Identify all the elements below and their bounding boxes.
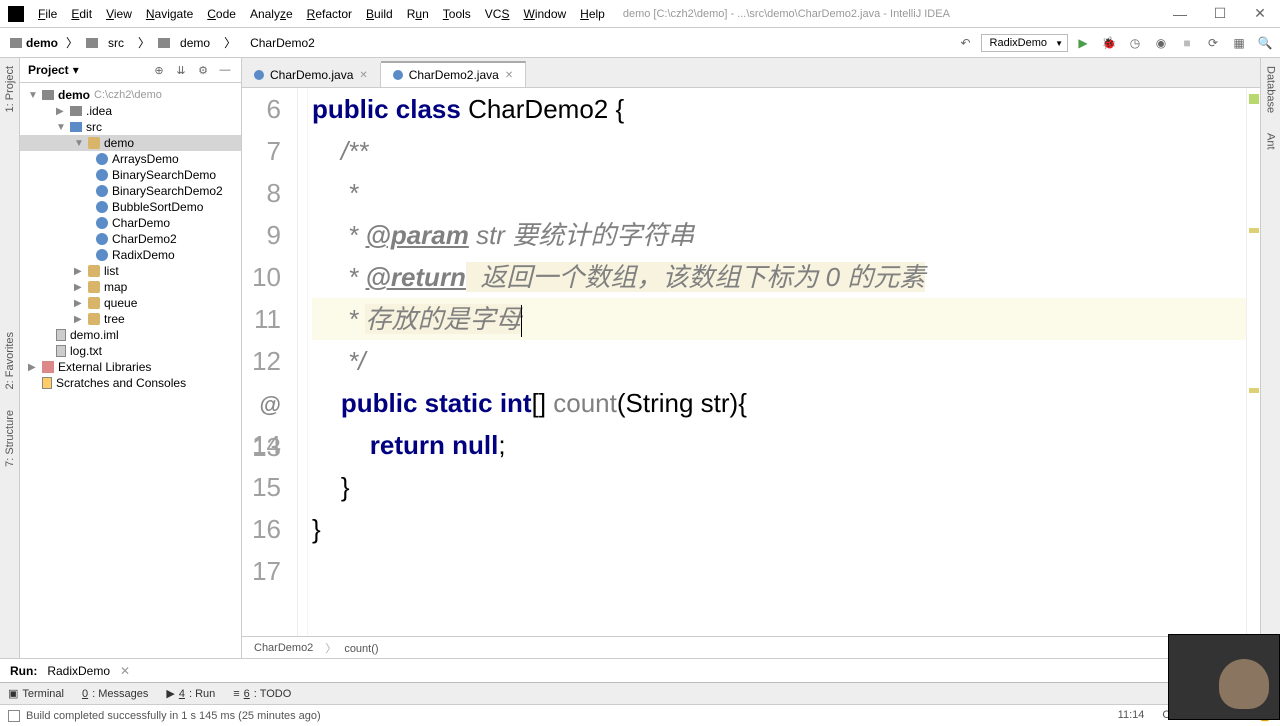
close-tab-icon[interactable]: ✕ [359, 70, 367, 81]
menu-code[interactable]: Code [201, 3, 242, 25]
menu-navigate[interactable]: Navigate [140, 3, 199, 25]
project-panel: Project ▾ ⊕ ⇊ ⚙ — ▼demo C:\czh2\demo ▶.i… [20, 58, 242, 658]
run-config-select[interactable]: RadixDemo [981, 34, 1068, 52]
tool-run[interactable]: ▶ 4: Run [166, 687, 215, 700]
tool-terminal[interactable]: ▣Terminal [8, 687, 64, 700]
menu-run[interactable]: Run [401, 3, 435, 25]
webcam-overlay [1168, 634, 1280, 720]
breadcrumb-class[interactable]: CharDemo2 [238, 32, 327, 54]
status-bar: Build completed successfully in 1 s 145 … [0, 704, 1280, 726]
editor-tabs: CharDemo.java✕ CharDemo2.java✕ [242, 58, 1260, 88]
project-tree[interactable]: ▼demo C:\czh2\demo ▶.idea ▼src ▼demo Arr… [20, 83, 241, 658]
left-toolwindow-bar: 1: Project 2: Favorites 7: Structure [0, 58, 20, 658]
editor-breadcrumb-method[interactable]: count() [325, 640, 378, 656]
menu-tools[interactable]: Tools [437, 3, 477, 25]
breadcrumb-demo[interactable]: demo [4, 34, 64, 52]
run-toolwindow-header[interactable]: Run: RadixDemo✕ [0, 658, 1280, 682]
hide-icon[interactable]: — [217, 62, 233, 78]
settings-icon[interactable]: ⚙ [195, 62, 211, 78]
menu-file[interactable]: File [32, 3, 63, 25]
caret-position[interactable]: 11:14 [1118, 709, 1145, 722]
project-panel-header: Project ▾ ⊕ ⇊ ⚙ — [20, 58, 241, 83]
breadcrumb: demo〉 src〉 demo〉 CharDemo2 [4, 32, 327, 54]
gutter[interactable]: 6789101112@ 1314151617 [242, 88, 298, 636]
menu-view[interactable]: View [100, 3, 138, 25]
window-title: demo [C:\czh2\demo] - ...\src\demo\CharD… [623, 8, 950, 20]
menu-vcs[interactable]: VCS [479, 3, 516, 25]
breadcrumb-pkg[interactable]: demo [152, 32, 222, 54]
editor-area: CharDemo.java✕ CharDemo2.java✕ 678910111… [242, 58, 1260, 658]
app-icon [8, 6, 24, 22]
toolwindow-ant[interactable]: Ant [1265, 133, 1277, 150]
run-config-name: RadixDemo [47, 664, 110, 678]
title-bar: File Edit View Navigate Code Analyze Ref… [0, 0, 1280, 28]
menu-refactor[interactable]: Refactor [301, 3, 358, 25]
tool-messages[interactable]: 0: Messages [82, 688, 148, 700]
debug-button[interactable]: 🐞 [1098, 33, 1120, 53]
coverage-button[interactable]: ◷ [1124, 33, 1146, 53]
editor-breadcrumb: CharDemo2 count() [242, 636, 1260, 658]
search-button[interactable]: 🔍 [1254, 33, 1276, 53]
maximize-button[interactable]: ☐ [1200, 1, 1240, 27]
close-button[interactable]: ✕ [1240, 1, 1280, 27]
collapse-icon[interactable]: ⇊ [173, 62, 189, 78]
editor-tab-chardemo[interactable]: CharDemo.java✕ [242, 63, 381, 87]
toolwindow-favorites[interactable]: 2: Favorites [4, 332, 16, 389]
breadcrumb-src[interactable]: src [80, 32, 136, 54]
run-button[interactable]: ▶ [1072, 33, 1094, 53]
toolwindow-project[interactable]: 1: Project [4, 66, 16, 112]
code-area[interactable]: public class CharDemo2 { /** * * @param … [308, 88, 1246, 636]
editor-breadcrumb-class[interactable]: CharDemo2 [254, 642, 313, 654]
locate-icon[interactable]: ⊕ [151, 62, 167, 78]
editor-tab-chardemo2[interactable]: CharDemo2.java✕ [381, 61, 526, 87]
error-stripe[interactable] [1246, 88, 1260, 636]
menu-bar: File Edit View Navigate Code Analyze Ref… [32, 3, 611, 25]
structure-button[interactable]: ▦ [1228, 33, 1250, 53]
back-icon[interactable]: ↶ [955, 33, 977, 53]
minimize-button[interactable]: — [1160, 1, 1200, 27]
tree-class: ArraysDemo [20, 151, 241, 167]
toolwindow-database[interactable]: Database [1265, 66, 1277, 113]
menu-build[interactable]: Build [360, 3, 399, 25]
project-view-select[interactable]: Project ▾ [28, 63, 79, 77]
menu-window[interactable]: Window [517, 3, 572, 25]
toolwindow-structure[interactable]: 7: Structure [4, 410, 16, 467]
stop-button[interactable]: ■ [1176, 33, 1198, 53]
fold-bar[interactable] [298, 88, 308, 636]
menu-edit[interactable]: Edit [65, 3, 98, 25]
right-toolwindow-bar: Database Ant [1260, 58, 1280, 658]
bottom-toolbar: ▣Terminal 0: Messages ▶ 4: Run ≡ 6: TODO [0, 682, 1280, 704]
tool-todo[interactable]: ≡ 6: TODO [233, 688, 291, 700]
nav-bar: demo〉 src〉 demo〉 CharDemo2 ↶ RadixDemo ▶… [0, 28, 1280, 58]
editor-body[interactable]: 6789101112@ 1314151617 public class Char… [242, 88, 1260, 636]
update-button[interactable]: ⟳ [1202, 33, 1224, 53]
profile-button[interactable]: ◉ [1150, 33, 1172, 53]
menu-analyze[interactable]: Analyze [244, 3, 299, 25]
close-tab-icon[interactable]: ✕ [505, 70, 513, 81]
menu-help[interactable]: Help [574, 3, 611, 25]
